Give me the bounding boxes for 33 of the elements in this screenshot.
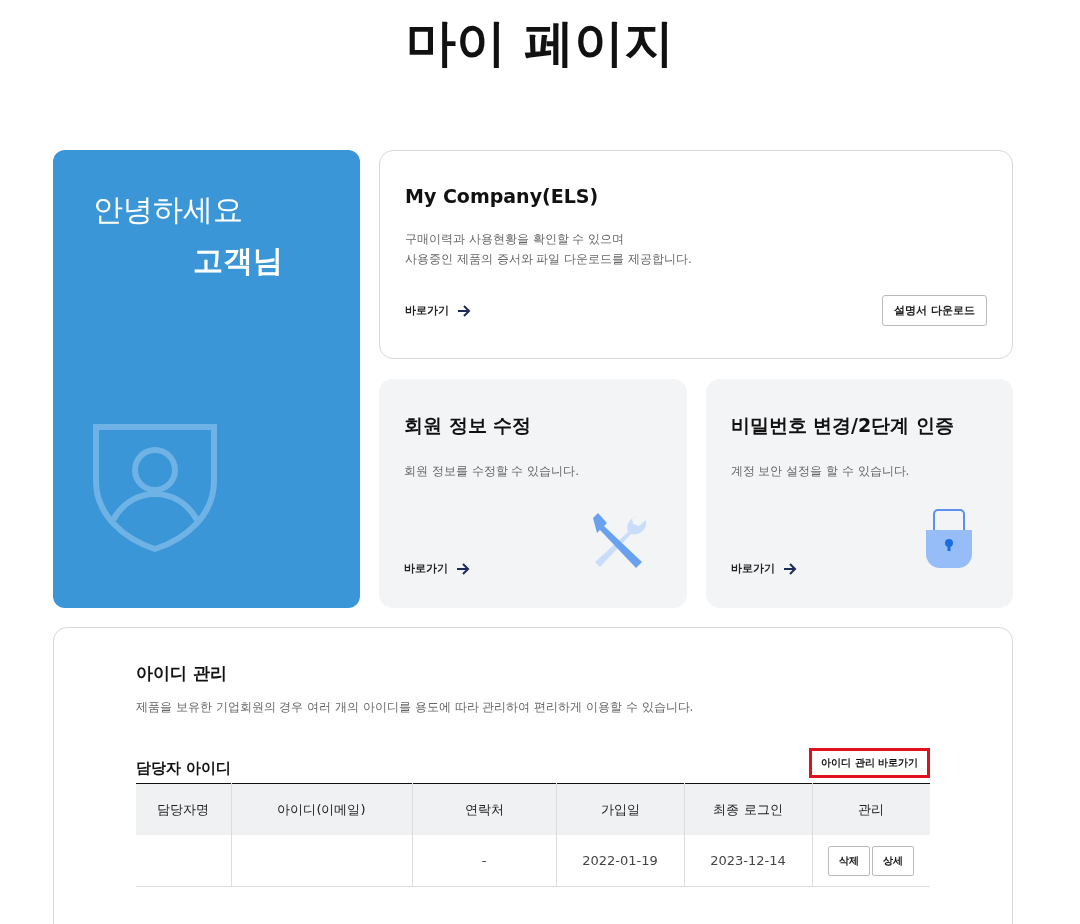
table-cell: 2023-12-14 (684, 835, 812, 887)
column-header: 연락처 (412, 783, 556, 835)
manual-download-button[interactable]: 설명서 다운로드 (882, 295, 987, 326)
column-header: 최종 로그인 (684, 783, 812, 835)
column-header: 아이디(이메일) (231, 783, 412, 835)
column-header: 관리 (812, 783, 930, 835)
customer-name: 고객님 (193, 242, 283, 280)
detail-button[interactable]: 상세 (872, 845, 915, 876)
go-link[interactable]: 바로가기 (730, 561, 797, 576)
tools-icon (590, 512, 647, 570)
column-header: 가입일 (556, 783, 684, 835)
user-shield-icon (91, 422, 219, 552)
card-title: 비밀번호 변경/2단계 인증 (730, 413, 955, 438)
section-title: 아이디 관리 (136, 662, 228, 685)
arrow-right-icon (456, 562, 470, 575)
go-link[interactable]: 바로가기 (404, 561, 470, 576)
card-description: 구매이력과 사용현황을 확인할 수 있으며 사용중인 제품의 증서와 파일 다운로드를 제공합니다. (405, 231, 693, 268)
arrow-right-icon (782, 562, 797, 575)
section-description: 제품을 보유한 기업회원의 경우 여러 개의 아이디를 용도에 따라 관리하여 편리하게 이용할 수 있습니다. (136, 699, 695, 716)
table-cell: 2022-01-19 (556, 835, 684, 887)
card-description: 회원 정보를 수정할 수 있습니다. (404, 463, 581, 480)
table-cell: - (412, 835, 556, 887)
subsection-title: 담당자 아이디 (136, 759, 232, 778)
arrow-right-icon (457, 304, 471, 317)
column-header: 담당자명 (136, 783, 231, 835)
delete-button[interactable]: 삭제 (828, 845, 871, 876)
id-manage-button[interactable]: 아이디 관리 바로가기 (809, 748, 930, 778)
page-title: 마이 페이지 (405, 13, 675, 74)
greeting-text: 안녕하세요 (93, 191, 243, 229)
card-title: 회원 정보 수정 (404, 413, 533, 438)
go-link[interactable]: 바로가기 (405, 303, 471, 318)
card-description: 계정 보안 설정을 할 수 있습니다. (730, 463, 911, 480)
card-title: My Company(ELS) (405, 185, 600, 207)
